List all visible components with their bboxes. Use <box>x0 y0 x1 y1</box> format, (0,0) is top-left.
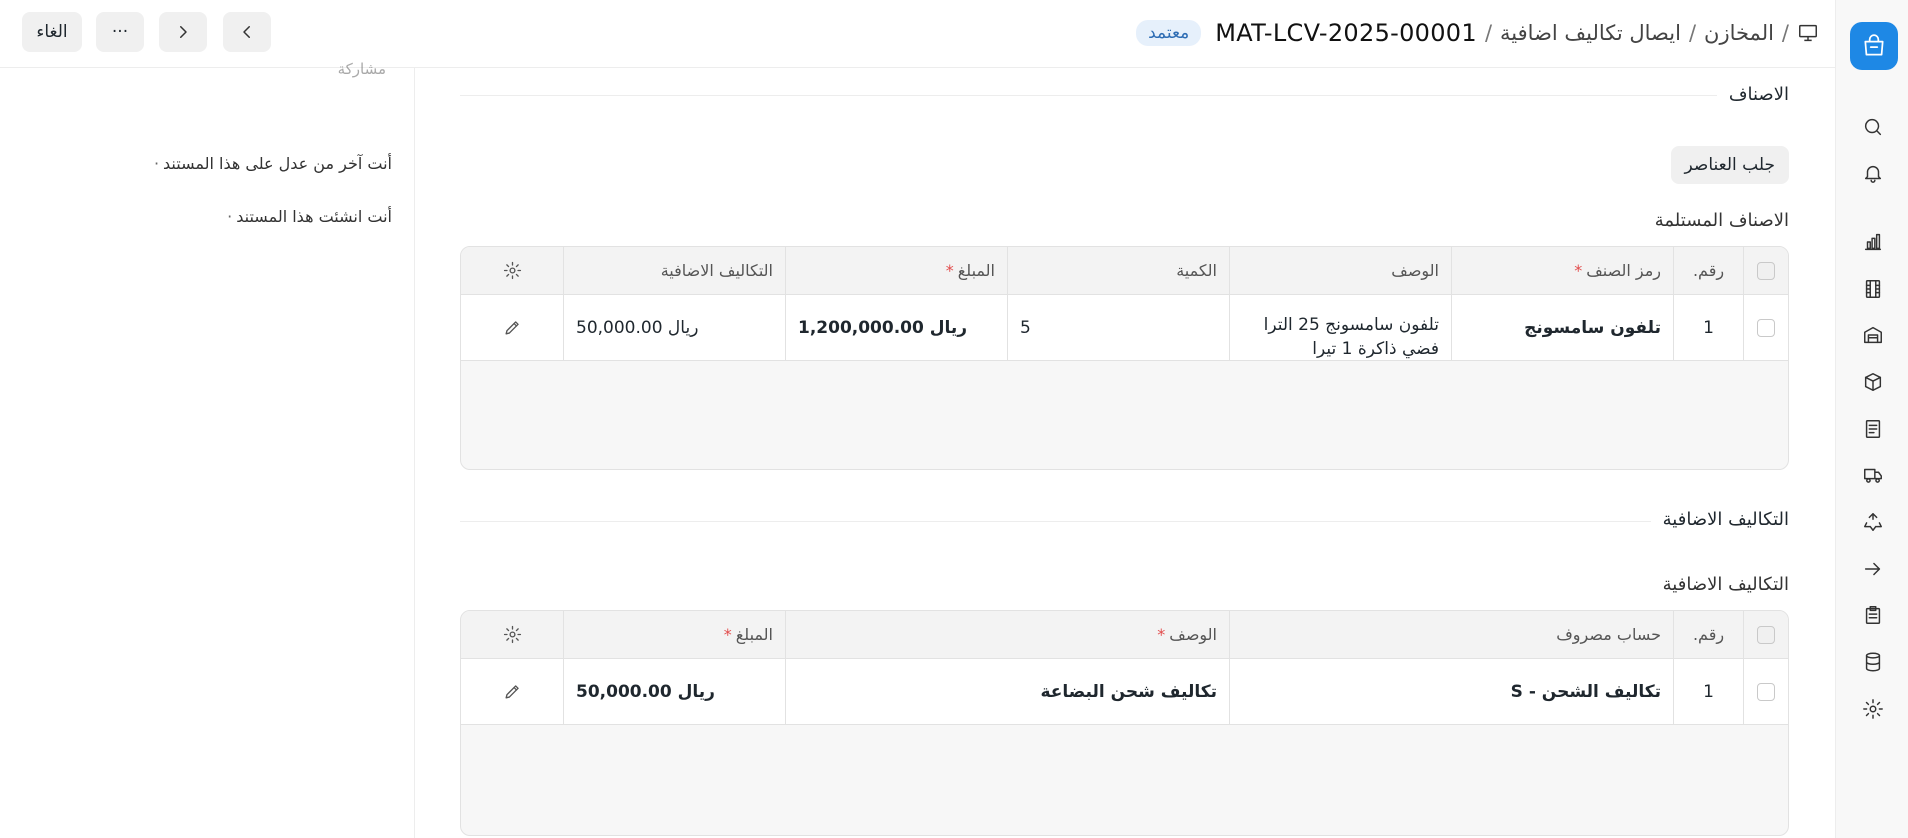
sidebar-rail <box>1835 0 1908 838</box>
more-actions-button[interactable]: ··· <box>96 12 144 52</box>
search-icon[interactable] <box>1861 115 1885 139</box>
row-qty[interactable]: 5 <box>1007 295 1229 360</box>
arrow-right-icon[interactable] <box>1861 557 1885 581</box>
topbar: الغاء ··· / المخازن / ايصال تكاليف اضافي… <box>0 0 1835 68</box>
col-label: رمز الصنف <box>1586 261 1661 280</box>
get-items-button[interactable]: جلب العناصر <box>1670 146 1789 184</box>
page-title: MAT-LCV-2025-00001 <box>1215 19 1477 47</box>
col-no: رقم. <box>1673 611 1743 658</box>
items-table: رقم. رمز الصنف * الوصف الكمية المبلغ * الت… <box>460 246 1789 470</box>
col-amount: المبلغ * <box>563 611 785 658</box>
truck-icon[interactable] <box>1861 463 1885 487</box>
table-row[interactable]: 1 تلفون سامسونج تلفون سامسونج 25 الترا ف… <box>461 295 1788 361</box>
edit-row-icon[interactable] <box>461 295 563 360</box>
breadcrumb-lcv[interactable]: ايصال تكاليف اضافية <box>1500 21 1681 45</box>
activity-dot: · <box>153 154 160 173</box>
col-expense-account: حساب مصروف <box>1229 611 1673 658</box>
select-all-checkbox[interactable] <box>1743 247 1788 294</box>
chevron-right-icon <box>180 26 187 38</box>
col-label: المبلغ <box>957 261 995 280</box>
clipboard-icon[interactable] <box>1861 603 1885 627</box>
row-description[interactable]: تكاليف شحن البضاعة <box>785 659 1229 724</box>
row-additional-costs[interactable]: ريال 50,000.00 <box>563 295 785 360</box>
row-amount[interactable]: ريال 1,200,000.00 <box>785 295 1007 360</box>
select-all-checkbox[interactable] <box>1743 611 1788 658</box>
bell-icon[interactable] <box>1861 161 1885 185</box>
database-icon[interactable] <box>1861 650 1885 674</box>
section-heading-items: الاصناف <box>1716 84 1789 105</box>
activity-text: أنت انشئت هذا المستند <box>236 207 392 226</box>
main-content: الاصناف جلب العناصر الاصناف المستلمة رقم… <box>460 68 1789 838</box>
items-table-label: الاصناف المستلمة <box>1654 210 1789 231</box>
box-icon[interactable] <box>1861 370 1885 394</box>
activity-dot: · <box>227 207 233 226</box>
breadcrumb-separator: / <box>1781 21 1789 45</box>
col-qty: الكمية <box>1007 247 1229 294</box>
row-expense-account[interactable]: تكاليف الشحن - S <box>1229 659 1673 724</box>
previous-doc-button[interactable] <box>159 12 207 52</box>
gear-icon[interactable] <box>1861 697 1885 721</box>
row-checkbox[interactable] <box>1743 295 1788 360</box>
share-label[interactable]: مشاركة <box>338 60 386 78</box>
breadcrumb: / المخازن / ايصال تكاليف اضافية / MAT-LC… <box>1136 0 1819 66</box>
breadcrumb-stock[interactable]: المخازن <box>1704 21 1774 45</box>
table-header: رقم. حساب مصروف الوصف * المبلغ * <box>461 611 1788 659</box>
row-no: 1 <box>1673 295 1743 360</box>
row-no: 1 <box>1673 659 1743 724</box>
film-icon[interactable] <box>1861 277 1885 301</box>
recycle-icon[interactable] <box>1861 510 1885 534</box>
col-additional-costs: التكاليف الاضافية <box>563 247 785 294</box>
next-doc-button[interactable] <box>223 12 271 52</box>
warehouse-icon[interactable] <box>1861 323 1885 347</box>
chart-icon[interactable] <box>1861 230 1885 254</box>
activity-text: أنت آخر من عدل على هذا المستند <box>163 154 392 173</box>
col-amount: المبلغ * <box>785 247 1007 294</box>
app-logo-icon[interactable] <box>1850 22 1898 70</box>
activity-modified: أنت آخر من عدل على هذا المستند· <box>154 154 392 173</box>
col-description: الوصف <box>1229 247 1451 294</box>
table-row[interactable]: 1 تكاليف الشحن - S تكاليف شحن البضاعة ري… <box>461 659 1788 725</box>
column-settings-icon[interactable] <box>461 611 563 658</box>
app-root: الغاء ··· / المخازن / ايصال تكاليف اضافي… <box>0 0 1908 838</box>
table-header: رقم. رمز الصنف * الوصف الكمية المبلغ * الت… <box>461 247 1788 295</box>
row-item-code[interactable]: تلفون سامسونج <box>1451 295 1673 360</box>
section-divider <box>460 521 1789 522</box>
column-settings-icon[interactable] <box>461 247 563 294</box>
row-description[interactable]: تلفون سامسونج 25 الترا فضي ذاكرة 1 تيرا <box>1229 295 1451 360</box>
col-label: الوصف <box>1169 625 1217 644</box>
charges-table: رقم. حساب مصروف الوصف * المبلغ * 1 تكاليف … <box>460 610 1789 836</box>
document-icon[interactable] <box>1861 417 1885 441</box>
breadcrumb-separator: / <box>1688 21 1697 45</box>
chevron-left-icon <box>243 26 250 38</box>
col-description: الوصف * <box>785 611 1229 658</box>
col-no: رقم. <box>1673 247 1743 294</box>
breadcrumb-separator: / <box>1484 21 1493 45</box>
edit-row-icon[interactable] <box>461 659 563 724</box>
side-panel: مشاركة أنت آخر من عدل على هذا المستند· أ… <box>0 60 415 838</box>
col-item-code: رمز الصنف * <box>1451 247 1673 294</box>
col-label: المبلغ <box>735 625 773 644</box>
row-amount[interactable]: ريال 50,000.00 <box>563 659 785 724</box>
activity-created: أنت انشئت هذا المستند· <box>227 207 392 226</box>
section-heading-charges: التكاليف الاضافية <box>1650 509 1789 530</box>
section-divider <box>460 95 1789 96</box>
row-checkbox[interactable] <box>1743 659 1788 724</box>
cancel-button[interactable]: الغاء <box>22 12 82 52</box>
desktop-icon[interactable] <box>1797 22 1819 44</box>
charges-table-label: التكاليف الاضافية <box>1662 574 1789 595</box>
status-badge: معتمد <box>1136 20 1202 46</box>
